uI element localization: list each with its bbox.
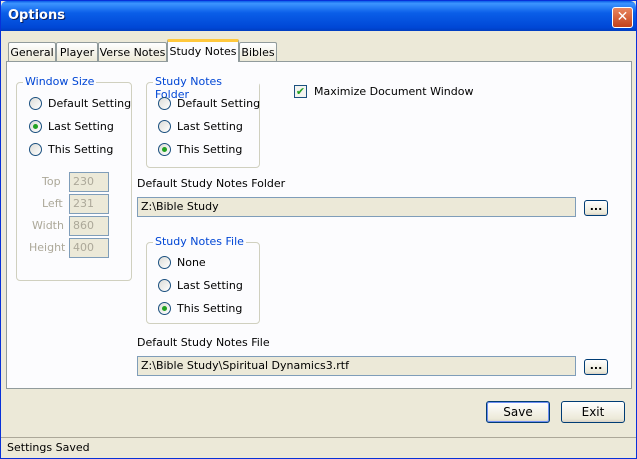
window-size-last-radio[interactable] — [29, 120, 42, 133]
folder-this-label[interactable]: This Setting — [177, 143, 242, 156]
tab-study-notes[interactable]: Study Notes — [167, 39, 239, 62]
tab-player[interactable]: Player — [56, 42, 98, 61]
window-size-default-radio[interactable] — [29, 97, 42, 110]
left-label: Left — [42, 197, 63, 210]
width-label: Width — [32, 219, 64, 232]
maximize-label[interactable]: Maximize Document Window — [314, 85, 473, 98]
save-button[interactable]: Save — [486, 401, 550, 423]
window-size-this-label[interactable]: This Setting — [48, 143, 113, 156]
tab-verse-notes[interactable]: Verse Notes — [98, 42, 167, 61]
status-bar: Settings Saved — [1, 437, 636, 458]
window-size-this-radio[interactable] — [29, 143, 42, 156]
folder-default-radio[interactable] — [158, 97, 171, 110]
top-field[interactable]: 230 — [69, 172, 109, 192]
width-field[interactable]: 860 — [69, 216, 109, 236]
file-this-label[interactable]: This Setting — [177, 302, 242, 315]
file-last-radio[interactable] — [158, 279, 171, 292]
default-folder-field[interactable]: Z:\Bible Study — [137, 197, 576, 217]
status-text: Settings Saved — [7, 441, 90, 454]
default-file-field[interactable]: Z:\Bible Study\Spiritual Dynamics3.rtf — [137, 356, 576, 376]
window-size-title: Window Size — [23, 75, 97, 88]
exit-button[interactable]: Exit — [561, 401, 625, 423]
height-field[interactable]: 400 — [69, 238, 109, 258]
top-label: Top — [42, 175, 61, 188]
title-bar[interactable]: Options ✕ — [1, 1, 636, 31]
default-folder-label: Default Study Notes Folder — [137, 177, 286, 190]
file-none-label[interactable]: None — [177, 256, 206, 269]
folder-this-radio[interactable] — [158, 143, 171, 156]
study-notes-file-title: Study Notes File — [153, 235, 246, 248]
file-this-radio[interactable] — [158, 302, 171, 315]
file-last-label[interactable]: Last Setting — [177, 279, 243, 292]
file-none-radio[interactable] — [158, 256, 171, 269]
close-icon: ✕ — [616, 9, 629, 25]
tab-bibles[interactable]: Bibles — [239, 42, 277, 61]
left-field[interactable]: 231 — [69, 194, 109, 214]
options-window: Options ✕ General Player Verse Notes Stu… — [0, 0, 637, 459]
window-size-default-label[interactable]: Default Setting — [48, 97, 131, 110]
folder-last-label[interactable]: Last Setting — [177, 120, 243, 133]
close-button[interactable]: ✕ — [612, 7, 633, 28]
height-label: Height — [29, 241, 66, 254]
folder-default-label[interactable]: Default Setting — [177, 97, 260, 110]
folder-last-radio[interactable] — [158, 120, 171, 133]
browse-folder-button[interactable]: ... — [584, 200, 608, 216]
study-notes-panel: Window Size Default Setting Last Setting… — [6, 61, 632, 389]
window-title: Options — [8, 8, 65, 23]
window-size-last-label[interactable]: Last Setting — [48, 120, 114, 133]
check-icon: ✔ — [295, 85, 306, 98]
tab-general[interactable]: General — [8, 42, 56, 61]
browse-file-button[interactable]: ... — [584, 359, 608, 375]
maximize-checkbox[interactable]: ✔ — [294, 85, 307, 98]
default-file-label: Default Study Notes File — [137, 336, 270, 349]
